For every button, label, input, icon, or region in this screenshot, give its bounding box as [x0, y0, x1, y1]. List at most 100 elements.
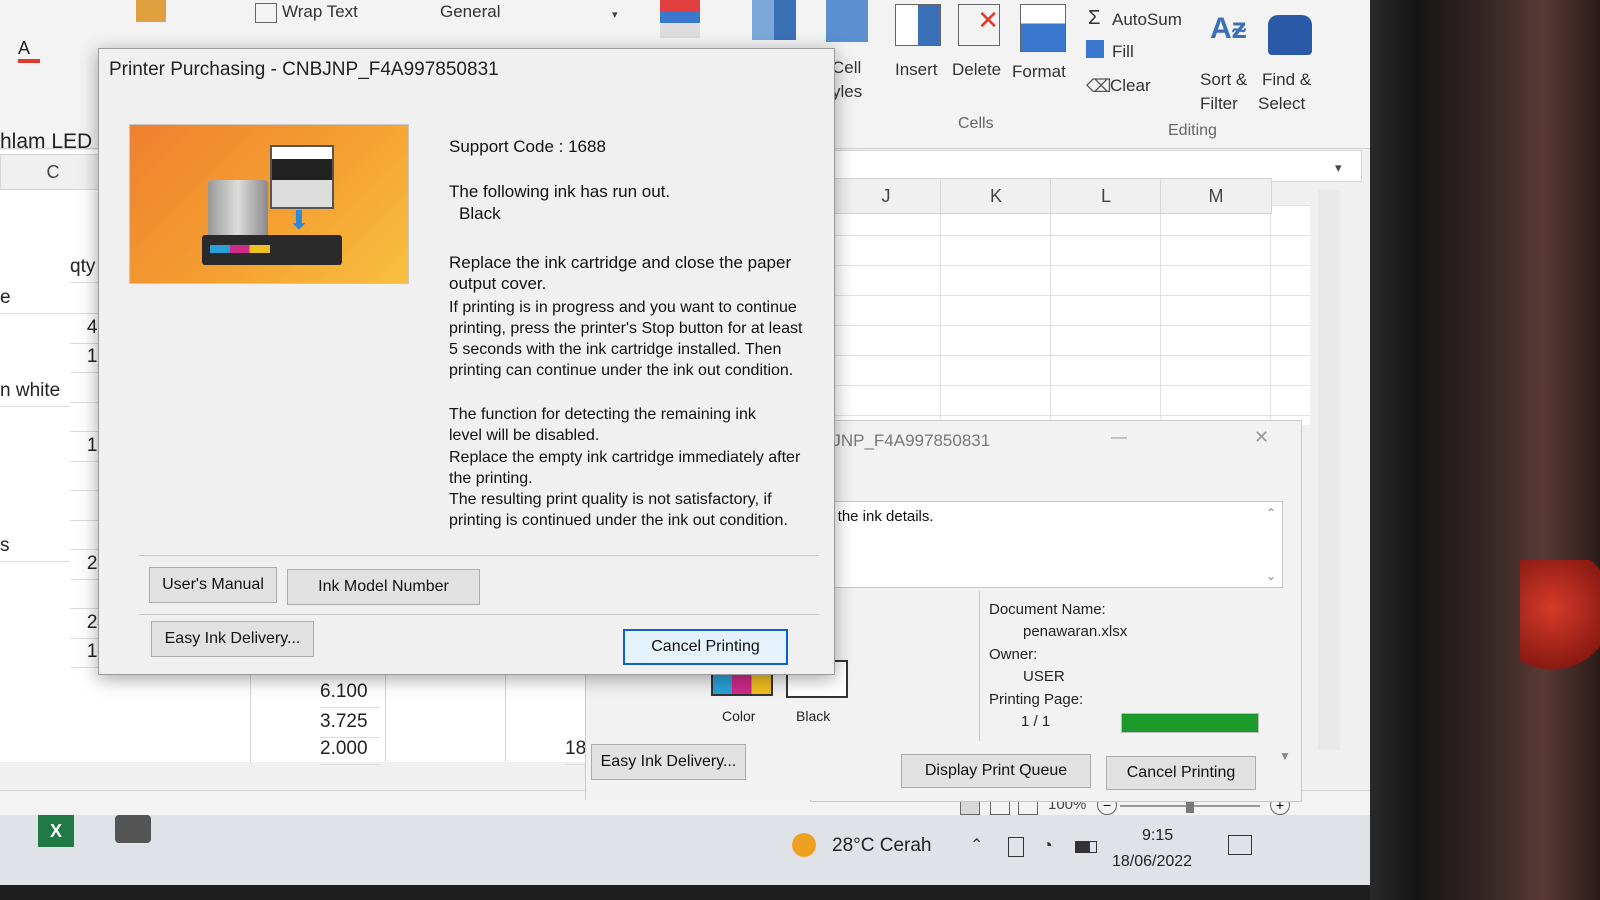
- owner-label: Owner:: [989, 646, 1038, 663]
- weather-icon[interactable]: [792, 833, 816, 857]
- fill-icon: [1086, 40, 1104, 58]
- fill-button[interactable]: Fill: [1112, 42, 1134, 62]
- wrap-text-button[interactable]: Wrap Text: [282, 2, 358, 22]
- scroll-down-icon[interactable]: ⌄: [1266, 569, 1276, 583]
- list-item[interactable]: n white: [0, 376, 70, 407]
- notification-icon[interactable]: [1228, 835, 1252, 855]
- spreadsheet-grid[interactable]: [830, 205, 1310, 425]
- status-message-box: v the ink details. ⌃ ⌄: [819, 501, 1283, 588]
- bottom-sheet-rows: 6.100 3.725 2.000 18: [0, 672, 590, 765]
- wifi-icon[interactable]: ◔: [1042, 835, 1053, 856]
- status-cancel-printing-button[interactable]: Cancel Printing: [1106, 756, 1256, 790]
- wrap-text-icon[interactable]: [255, 3, 277, 23]
- dialog-divider-2: [139, 614, 819, 615]
- battery-icon[interactable]: [1075, 841, 1097, 853]
- minimize-icon[interactable]: —: [1111, 429, 1127, 447]
- printer-app-icon[interactable]: [115, 815, 151, 843]
- price-cell[interactable]: 2.000: [320, 734, 380, 765]
- format-cells-icon[interactable]: [1020, 4, 1066, 52]
- column-header-j[interactable]: J: [830, 178, 942, 214]
- monitor-bezel-right: [1370, 0, 1600, 900]
- scroll-up-icon[interactable]: ⌃: [1266, 506, 1276, 520]
- black-ink-label: Black: [796, 708, 831, 724]
- weather-text[interactable]: 28°C Cerah: [832, 835, 931, 857]
- status-info-divider: [979, 591, 980, 741]
- printing-page-label: Printing Page:: [989, 691, 1084, 708]
- cell-text-led[interactable]: hlam LED: [0, 130, 92, 154]
- find-select-button-2[interactable]: Select: [1258, 94, 1305, 114]
- users-manual-button[interactable]: User's Manual: [149, 567, 277, 603]
- column-header-c[interactable]: C: [0, 154, 106, 190]
- insert-button[interactable]: Insert: [895, 60, 938, 80]
- font-color-icon[interactable]: A: [18, 38, 40, 63]
- cells-group-label: Cells: [958, 115, 994, 132]
- status-easy-ink-delivery-button[interactable]: Easy Ink Delivery...: [591, 744, 746, 780]
- background-red-object: [1520, 560, 1600, 680]
- print-progress-fill: [1122, 714, 1258, 732]
- conditional-format-icon[interactable]: [660, 0, 700, 38]
- column-header-k[interactable]: K: [940, 178, 1052, 214]
- align-icon[interactable]: [136, 0, 166, 22]
- column-divider: [505, 672, 506, 762]
- status-message: v the ink details.: [826, 508, 934, 525]
- print-progress-bar: [1121, 713, 1259, 733]
- cancel-printing-button[interactable]: Cancel Printing: [623, 629, 788, 665]
- clock-date[interactable]: 18/06/2022: [1112, 853, 1192, 871]
- cell-styles-label[interactable]: Cell: [832, 58, 861, 78]
- printing-page-value: 1 / 1: [1021, 713, 1051, 730]
- owner-value: USER: [1023, 668, 1065, 685]
- vertical-scrollbar[interactable]: [1318, 190, 1340, 750]
- list-item[interactable]: e: [0, 283, 70, 314]
- autosum-icon: Σ: [1088, 7, 1101, 29]
- instruction-quality: The resulting print quality is not satis…: [449, 491, 788, 529]
- delete-cells-icon[interactable]: ✕: [958, 4, 1000, 46]
- monitor-bezel-bottom: [0, 885, 1370, 900]
- color-ink-icon: [711, 672, 773, 696]
- format-button[interactable]: Format: [1012, 62, 1066, 82]
- autosum-button[interactable]: AutoSum: [1112, 10, 1182, 30]
- sort-filter-icon[interactable]: Aᵶ: [1210, 12, 1247, 46]
- print-status-window: BJNP_F4A997850831 — ✕ v the ink details.…: [810, 420, 1302, 802]
- status-scroll-down-icon[interactable]: ▼: [1279, 749, 1291, 763]
- editing-group-label: Editing: [1168, 122, 1217, 139]
- support-code: Support Code : 1688: [449, 137, 606, 156]
- color-ink-label: Color: [722, 708, 756, 724]
- chevron-down-icon[interactable]: ▾: [1335, 160, 1342, 176]
- display-print-queue-button[interactable]: Display Print Queue: [901, 754, 1091, 788]
- price-cell[interactable]: 6.100: [320, 677, 380, 708]
- status-window-title: BJNP_F4A997850831: [821, 431, 991, 450]
- taskbar: X 28°C Cerah ⌃ ◔ 9:15 18/06/2022: [0, 815, 1370, 885]
- document-name-value: penawaran.xlsx: [1023, 623, 1128, 640]
- clear-button[interactable]: Clear: [1110, 76, 1151, 96]
- meet-icon[interactable]: [1008, 837, 1024, 857]
- instruction-continue: If printing is in progress and you want …: [449, 299, 803, 379]
- chevron-up-icon[interactable]: ⌃: [970, 835, 983, 855]
- clock-time[interactable]: 9:15: [1142, 827, 1173, 845]
- list-item[interactable]: s: [0, 531, 70, 562]
- binoculars-icon[interactable]: [1268, 15, 1312, 55]
- column-header-l[interactable]: L: [1050, 178, 1162, 214]
- column-divider: [385, 672, 386, 762]
- screen: A Wrap Text General ▾ Cell yles Insert ✕…: [0, 0, 1370, 885]
- instruction-replace: Replace the ink cartridge and close the …: [449, 253, 792, 293]
- delete-button[interactable]: Delete: [952, 60, 1001, 80]
- cell-styles-icon[interactable]: [826, 0, 868, 42]
- insert-cells-icon[interactable]: [895, 4, 941, 46]
- eraser-icon: ⌫: [1086, 76, 1112, 96]
- cell-styles-label-2[interactable]: yles: [832, 82, 862, 102]
- close-icon[interactable]: ✕: [1254, 427, 1269, 448]
- excel-app-icon[interactable]: X: [38, 815, 74, 847]
- chevron-down-icon[interactable]: ▾: [612, 8, 618, 21]
- ink-model-number-button[interactable]: Ink Model Number: [287, 569, 480, 605]
- arrow-down-icon: ⬇: [288, 205, 310, 235]
- cartridge-icon: [270, 145, 334, 209]
- sort-filter-button[interactable]: Sort &: [1200, 70, 1247, 90]
- ink-out-color: Black: [459, 204, 501, 223]
- format-table-icon[interactable]: [752, 0, 796, 40]
- column-divider: [250, 672, 251, 762]
- sort-filter-button-2[interactable]: Filter: [1200, 94, 1238, 114]
- column-header-m[interactable]: M: [1160, 178, 1272, 214]
- easy-ink-delivery-button[interactable]: Easy Ink Delivery...: [151, 621, 314, 657]
- number-format-dropdown[interactable]: General: [440, 2, 620, 22]
- find-select-button[interactable]: Find &: [1262, 70, 1311, 90]
